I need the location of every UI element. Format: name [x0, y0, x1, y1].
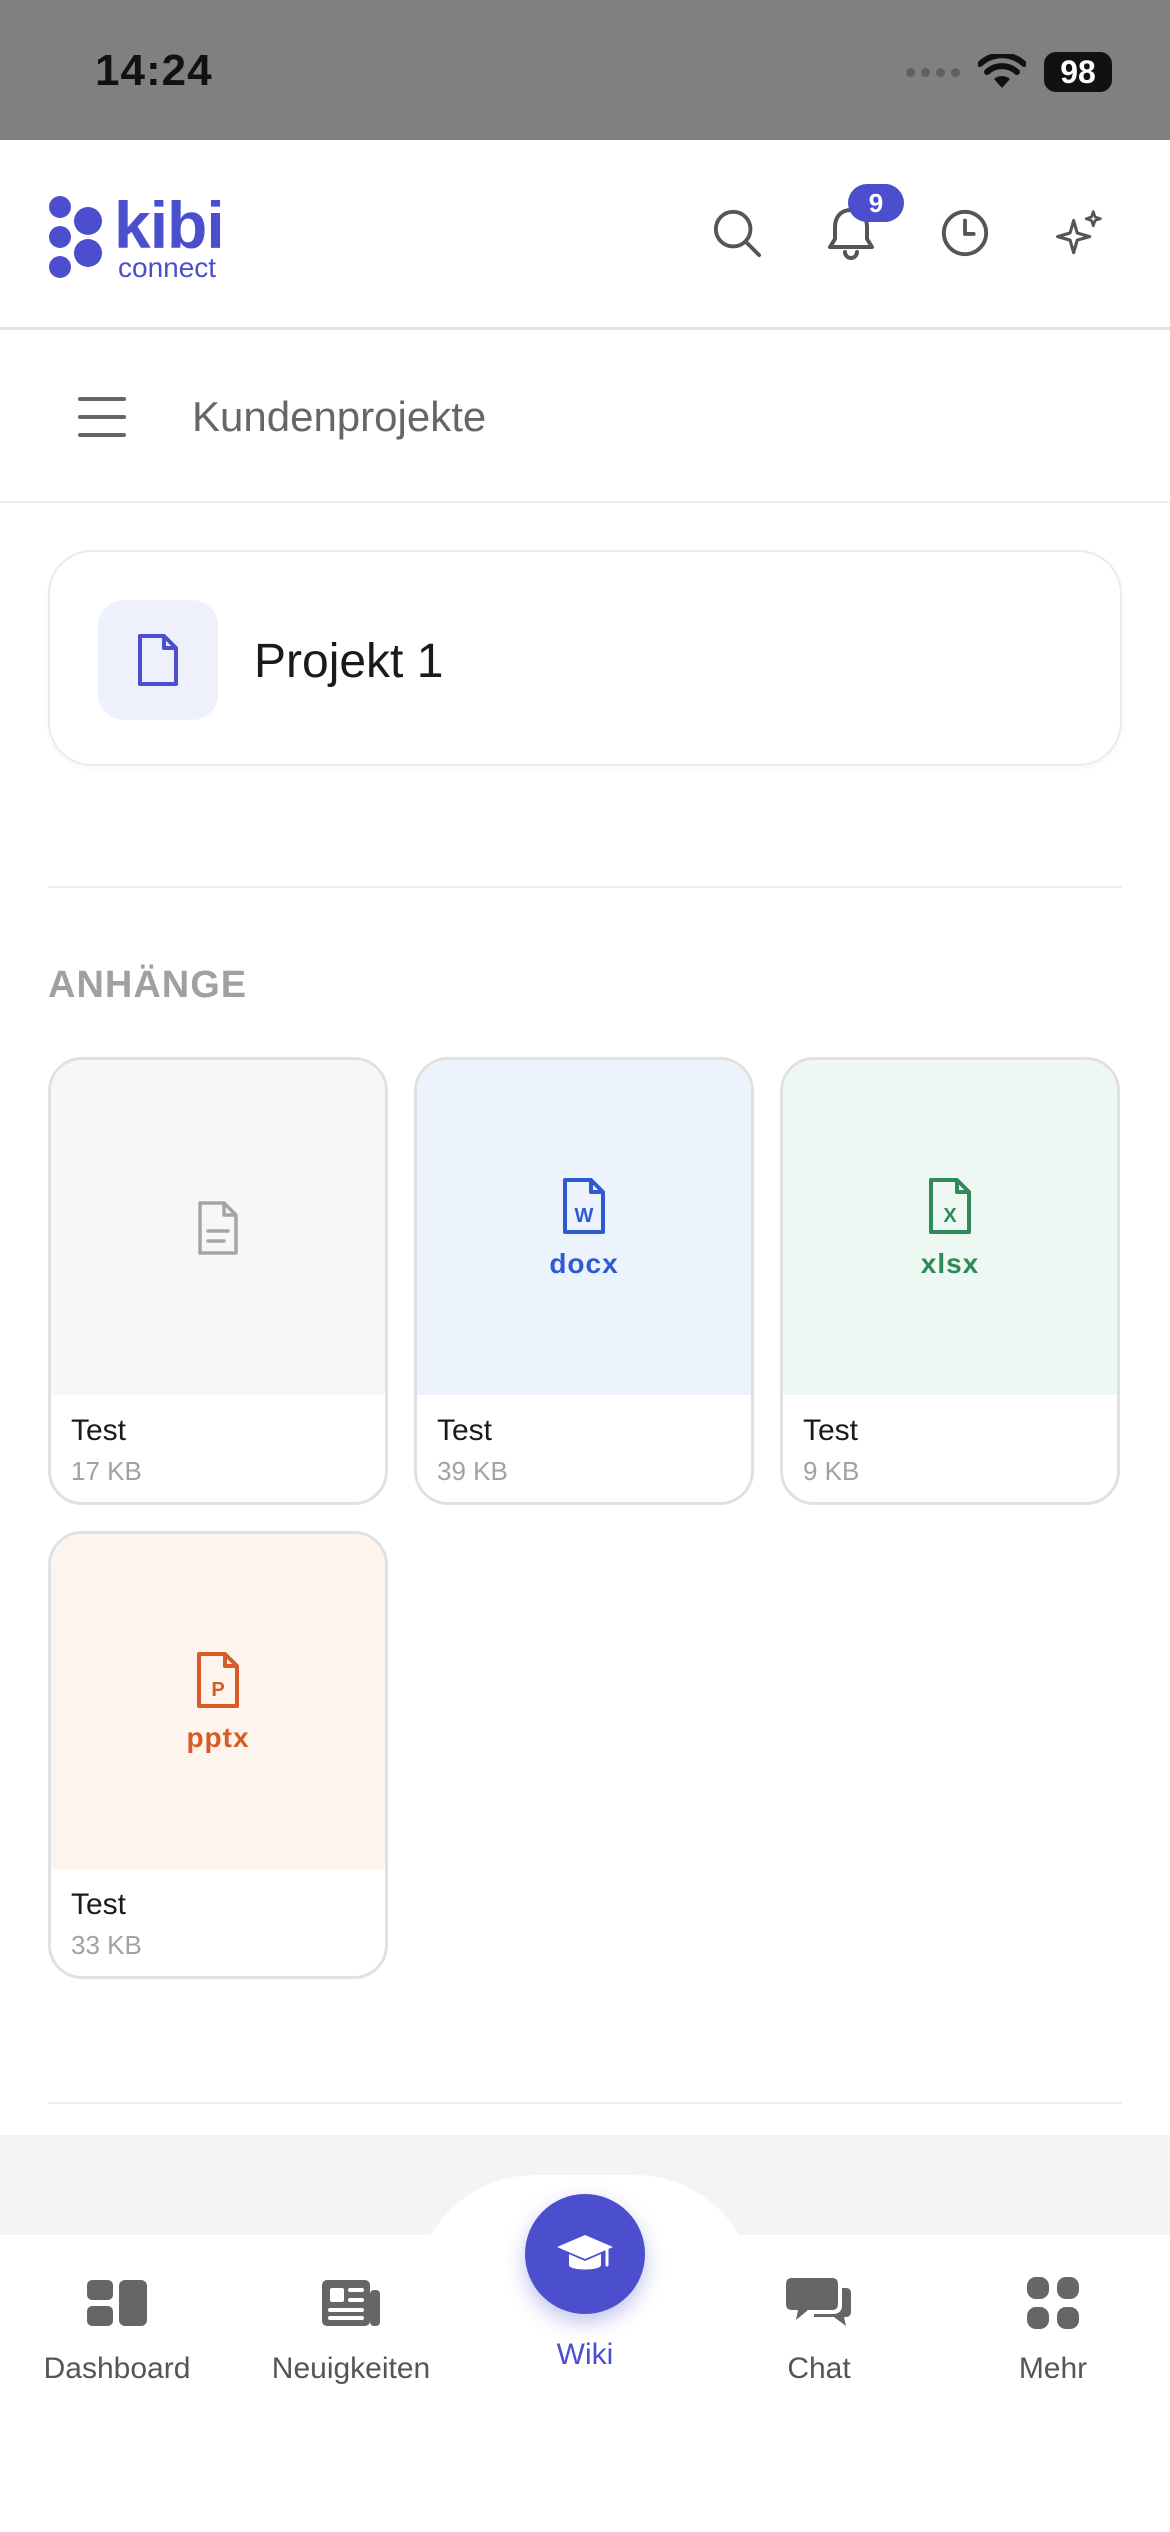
clock-icon [941, 209, 989, 257]
svg-text:X: X [943, 1205, 957, 1227]
ai-assistant-button[interactable] [1054, 204, 1104, 262]
attachments-heading: ANHÄNGE [48, 964, 248, 1006]
nav-label: Dashboard [43, 2352, 191, 2385]
attachment-preview: W docx [417, 1060, 751, 1395]
menu-button[interactable] [78, 397, 126, 437]
attachment-card[interactable]: P pptx Test 33 KB [48, 1531, 388, 1979]
status-bar: 14:24 98 [0, 0, 1170, 140]
word-file-icon: W [563, 1177, 605, 1234]
sub-header: Kundenprojekte [0, 333, 1170, 503]
attachment-card[interactable]: Test 17 KB [48, 1057, 388, 1505]
graduation-cap-icon [557, 2235, 613, 2270]
project-card[interactable]: Projekt 1 [48, 550, 1122, 766]
logo-sub-text: connect [118, 252, 217, 283]
attachment-name: Test [803, 1414, 859, 1447]
attachment-preview: X xlsx [783, 1060, 1117, 1395]
grid-icon [1027, 2277, 1079, 2329]
chat-bubbles-icon [786, 2278, 851, 2326]
nav-item-mehr[interactable]: Mehr [936, 2272, 1170, 2386]
attachment-preview: P pptx [51, 1534, 385, 1869]
project-name: Projekt 1 [254, 635, 444, 688]
battery-indicator: 98 [1044, 52, 1112, 92]
nav-item-neuigkeiten[interactable]: Neuigkeiten [234, 2272, 468, 2386]
cellular-signal-icon [906, 67, 960, 77]
generic-file-icon [198, 1200, 238, 1255]
status-time: 14:24 [95, 46, 213, 95]
kibi-connect-logo[interactable]: kibi connect [46, 188, 225, 283]
project-icon-box [98, 600, 218, 720]
svg-text:W: W [575, 1205, 594, 1227]
nav-item-chat[interactable]: Chat [702, 2272, 936, 2386]
app-header: kibi connect 9 [0, 140, 1170, 330]
excel-file-icon: X [929, 1177, 971, 1234]
search-icon [713, 209, 762, 258]
search-button[interactable] [712, 204, 762, 262]
wifi-icon [978, 54, 1026, 88]
divider [48, 886, 1122, 888]
attachment-name: Test [71, 1414, 127, 1447]
attachment-card[interactable]: W docx Test 39 KB [414, 1057, 754, 1505]
attachment-size: 33 KB [71, 1930, 142, 1960]
nav-label: Mehr [1018, 2352, 1088, 2385]
attachment-card[interactable]: X xlsx Test 9 KB [780, 1057, 1120, 1505]
nav-item-wiki[interactable]: Wiki [468, 2338, 702, 2372]
notifications-button[interactable]: 9 [826, 184, 904, 262]
status-indicators: 98 [906, 52, 1112, 92]
divider [48, 2102, 1122, 2104]
file-extension-label: pptx [186, 1721, 250, 1753]
nav-item-dashboard[interactable]: Dashboard [0, 2272, 234, 2386]
sparkles-icon [1056, 210, 1102, 255]
history-button[interactable] [940, 204, 990, 262]
header-actions: 9 [712, 184, 1104, 262]
nav-label: Neuigkeiten [271, 2352, 431, 2385]
attachment-name: Test [71, 1888, 127, 1921]
nav-label: Chat [787, 2352, 851, 2385]
powerpoint-file-icon: P [197, 1651, 239, 1708]
notification-badge: 9 [848, 184, 904, 222]
logo-main-text: kibi [114, 188, 225, 262]
nav-item-wiki-button[interactable] [525, 2194, 645, 2314]
attachment-size: 17 KB [71, 1456, 142, 1486]
attachment-size: 39 KB [437, 1456, 508, 1486]
dashboard-icon [87, 2280, 147, 2326]
attachment-size: 9 KB [803, 1456, 860, 1486]
newspaper-icon [322, 2280, 380, 2326]
logo-mark-icon [49, 196, 102, 278]
file-extension-label: xlsx [920, 1247, 980, 1279]
page-title: Kundenprojekte [192, 393, 487, 440]
attachment-preview [51, 1060, 385, 1395]
svg-text:P: P [211, 1679, 224, 1701]
attachment-name: Test [437, 1414, 493, 1447]
file-extension-label: docx [549, 1247, 619, 1279]
document-icon [138, 634, 178, 686]
nav-label: Wiki [556, 2338, 614, 2371]
